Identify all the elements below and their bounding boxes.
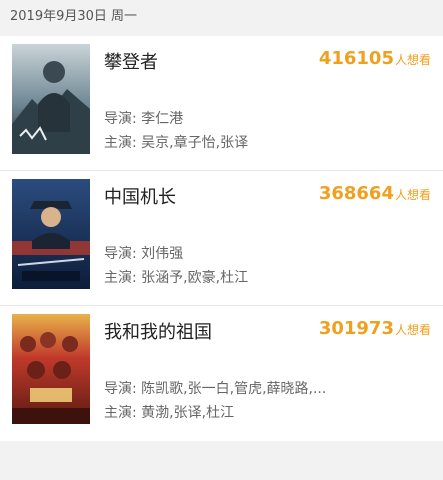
cast-line: 主演: 吴京,章子怡,张译 <box>104 132 248 152</box>
movie-poster[interactable] <box>12 314 90 424</box>
director-label: 导演: <box>104 111 142 127</box>
director-label: 导演: <box>104 246 142 262</box>
director-line: 导演: 陈凯歌,张一白,管虎,薛晓路,... <box>104 378 326 398</box>
movie-title[interactable]: 攀登者 <box>104 48 158 74</box>
want-count-number: 301973 <box>318 318 394 339</box>
want-to-see-count: 416105人想看 <box>319 48 431 69</box>
cast-label: 主演: <box>104 270 142 286</box>
cast-line: 主演: 张涵予,欧豪,杜江 <box>104 267 248 287</box>
cast-names: 黄渤,张译,杜江 <box>141 405 235 421</box>
director-names: 李仁港 <box>141 111 184 127</box>
movie-card[interactable]: 攀登者 416105人想看 导演: 李仁港 主演: 吴京,章子怡,张译 <box>0 36 443 171</box>
director-names: 陈凯歌,张一白,管虎,薛晓路,... <box>141 381 327 397</box>
director-line: 导演: 刘伟强 <box>104 243 183 263</box>
date-header: 2019年9月30日 周一 <box>0 0 443 36</box>
director-names: 刘伟强 <box>141 246 184 262</box>
want-count-number: 368664 <box>318 183 394 204</box>
poster-captain-icon <box>12 179 90 289</box>
movie-poster[interactable] <box>12 44 90 154</box>
movie-title[interactable]: 中国机长 <box>104 183 176 209</box>
cast-label: 主演: <box>104 135 142 151</box>
want-count-unit: 人想看 <box>394 323 431 337</box>
cast-names: 张涵予,欧豪,杜江 <box>141 270 249 286</box>
want-count-number: 416105 <box>318 48 394 69</box>
cast-line: 主演: 黄渤,张译,杜江 <box>104 402 234 422</box>
want-count-unit: 人想看 <box>394 53 431 67</box>
want-to-see-count: 301973人想看 <box>319 318 431 339</box>
poster-mountain-climber-icon <box>12 44 90 154</box>
cast-label: 主演: <box>104 405 142 421</box>
poster-motherland-crowd-icon <box>12 314 90 424</box>
want-to-see-count: 368664人想看 <box>319 183 431 204</box>
want-count-unit: 人想看 <box>394 188 431 202</box>
director-label: 导演: <box>104 381 142 397</box>
movie-list: 攀登者 416105人想看 导演: 李仁港 主演: 吴京,章子怡,张译 中国机长… <box>0 36 443 441</box>
movie-card[interactable]: 中国机长 368664人想看 导演: 刘伟强 主演: 张涵予,欧豪,杜江 <box>0 171 443 306</box>
movie-title[interactable]: 我和我的祖国 <box>104 318 212 344</box>
movie-card[interactable]: 我和我的祖国 301973人想看 导演: 陈凯歌,张一白,管虎,薛晓路,... … <box>0 306 443 441</box>
movie-poster[interactable] <box>12 179 90 289</box>
cast-names: 吴京,章子怡,张译 <box>141 135 249 151</box>
director-line: 导演: 李仁港 <box>104 108 183 128</box>
date-label: 2019年9月30日 周一 <box>10 9 138 24</box>
bottom-spacer <box>0 441 443 480</box>
